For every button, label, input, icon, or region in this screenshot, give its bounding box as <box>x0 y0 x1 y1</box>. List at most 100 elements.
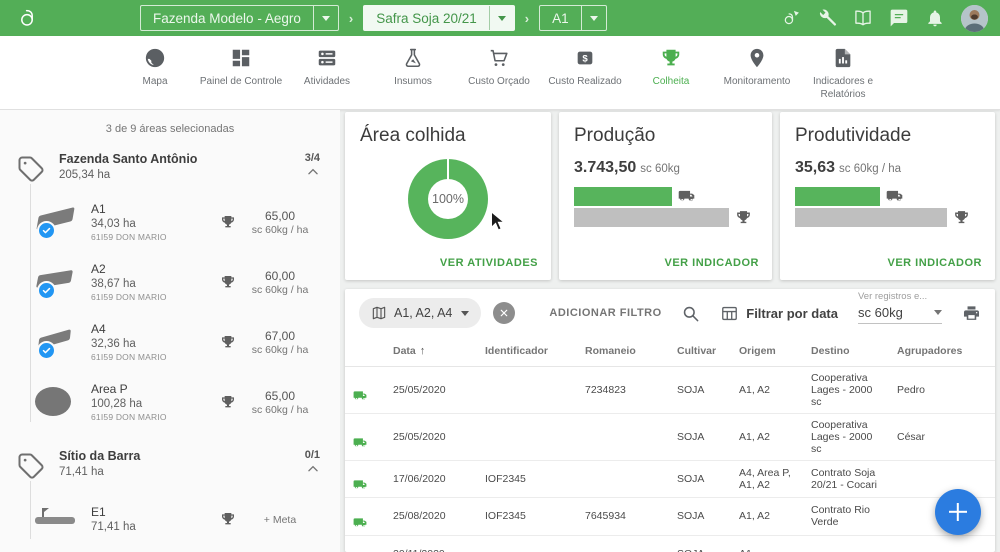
cell-origem: A4, Area P, A1, A2 <box>733 461 805 498</box>
cell-romaneio <box>579 461 671 498</box>
cell-romaneio <box>579 414 671 461</box>
field-item-area-p[interactable]: Area P 100,28 ha61I59 DON MARIO 65,00 sc… <box>0 372 340 432</box>
card-title: Produção <box>574 125 757 147</box>
cell-cultivar: SOJA <box>671 535 733 552</box>
production-value: 3.743,50 <box>574 159 636 176</box>
column-data[interactable]: Data↑ <box>387 337 479 367</box>
field-item-e1[interactable]: E1 71,41 ha + Meta <box>0 489 340 549</box>
see-indicator-link[interactable]: VER INDICADOR <box>664 257 759 269</box>
notifications-bell-icon[interactable] <box>925 8 945 28</box>
column-cultivar[interactable]: Cultivar <box>671 337 733 367</box>
add-filter-button[interactable]: ADICIONAR FILTRO <box>549 307 661 319</box>
cell-identificador: IOF2345 <box>479 461 579 498</box>
add-record-fab[interactable] <box>935 489 981 535</box>
goal-unit: sc 60kg / ha <box>236 224 324 236</box>
nav-item-colheita[interactable]: Colheita <box>628 36 714 109</box>
harvest-row[interactable]: 20/11/2020SOJAA1 <box>345 535 995 552</box>
column-truck <box>345 337 387 367</box>
clear-filter-button[interactable] <box>493 302 515 324</box>
farm-groups: Fazenda Santo Antônio 205,34 ha 3/4 A1 3… <box>0 141 340 552</box>
field-name: E1 <box>91 505 220 519</box>
user-avatar[interactable] <box>961 5 988 32</box>
field-item-a2[interactable]: A2 38,67 ha61I59 DON MARIO 60,00 sc 60kg… <box>0 252 340 312</box>
column-destino[interactable]: Destino <box>805 337 891 367</box>
help-book-icon[interactable] <box>853 8 873 28</box>
harvest-row[interactable]: 25/05/2020SOJAA1, A2Cooperativa Lages - … <box>345 414 995 461</box>
tag-icon <box>16 154 46 184</box>
selected-count: 0/1 <box>305 449 320 461</box>
column-romaneio[interactable]: Romaneio <box>579 337 671 367</box>
production-bars-chart <box>574 186 757 227</box>
filter-by-date-button[interactable]: Filtrar por data <box>720 304 838 323</box>
cell-romaneio: 7645934 <box>579 498 671 535</box>
cell-data: 25/05/2020 <box>387 414 479 461</box>
see-indicator-link[interactable]: VER INDICADOR <box>887 257 982 269</box>
field-goal[interactable]: 60,00 sc 60kg / ha <box>220 269 324 296</box>
area-selector-dropdown[interactable] <box>581 6 606 30</box>
nav-item-atividades[interactable]: Atividades <box>284 36 370 109</box>
nav-item-painel-de-controle[interactable]: Painel de Controle <box>198 36 284 109</box>
chat-icon[interactable] <box>889 8 909 28</box>
area-selector[interactable]: A1 <box>539 5 607 31</box>
column-agrupadores[interactable]: Agrupadores <box>891 337 995 367</box>
nav-item-custo-realizado[interactable]: $Custo Realizado <box>542 36 628 109</box>
goal-text: 67,00 sc 60kg / ha <box>236 329 324 356</box>
season-selector[interactable]: Safra Soja 20/21 <box>363 5 515 31</box>
cell-identificador <box>479 367 579 414</box>
cell-destino: Contrato Rio Verde <box>805 498 891 535</box>
goal-text: 65,00 sc 60kg / ha <box>236 209 324 236</box>
cell-data: 17/06/2020 <box>387 461 479 498</box>
trophy-icon <box>220 394 236 410</box>
collapse-chevron-icon[interactable] <box>306 462 320 476</box>
field-item-a4[interactable]: A4 32,36 ha61I59 DON MARIO 67,00 sc 60kg… <box>0 312 340 372</box>
nav-item-insumos[interactable]: Insumos <box>370 36 456 109</box>
print-icon[interactable] <box>962 304 981 323</box>
nav-item-mapa[interactable]: Mapa <box>112 36 198 109</box>
farm-group-fazenda-santo-antonio: Fazenda Santo Antônio 205,34 ha 3/4 A1 3… <box>0 141 340 438</box>
search-icon[interactable] <box>681 304 700 323</box>
unit-select[interactable]: Ver registros e... sc 60kg <box>858 303 942 324</box>
farm-group-header[interactable]: Sítio da Barra 71,41 ha 0/1 <box>0 438 340 483</box>
farm-group-header[interactable]: Fazenda Santo Antônio 205,34 ha 3/4 <box>0 141 340 186</box>
card-title: Área colhida <box>360 125 536 147</box>
productivity-bars-chart <box>795 186 980 227</box>
sort-asc-icon[interactable]: ↑ <box>420 345 426 357</box>
nav-item-monitoramento[interactable]: Monitoramento <box>714 36 800 109</box>
harvest-row[interactable]: 17/06/2020IOF2345SOJAA4, Area P, A1, A2C… <box>345 461 995 498</box>
field-text: A1 34,03 ha61I59 DON MARIO <box>91 202 220 242</box>
topbar: Fazenda Modelo - Aegro › Safra Soja 20/2… <box>0 0 1000 36</box>
farm-selector[interactable]: Fazenda Modelo - Aegro <box>140 5 339 31</box>
cell-identificador: IOF2345 <box>479 498 579 535</box>
field-goal[interactable]: 65,00 sc 60kg / ha <box>220 389 324 416</box>
goal-text: 60,00 sc 60kg / ha <box>236 269 324 296</box>
date-grid-icon <box>720 304 739 323</box>
truck-icon <box>351 516 381 530</box>
field-name: A1 <box>91 202 220 216</box>
season-selector-dropdown[interactable] <box>489 6 514 30</box>
column-identificador[interactable]: Identificador <box>479 337 579 367</box>
field-goal[interactable]: 65,00 sc 60kg / ha <box>220 209 324 236</box>
cell-romaneio <box>579 535 671 552</box>
field-item-a1[interactable]: A1 34,03 ha61I59 DON MARIO 65,00 sc 60kg… <box>0 192 340 252</box>
column-origem[interactable]: Origem <box>733 337 805 367</box>
harvest-row[interactable]: 25/08/2020IOF23457645934SOJAA1, A2Contra… <box>345 498 995 535</box>
field-goal[interactable]: 67,00 sc 60kg / ha <box>220 329 324 356</box>
filter-bar-right: Filtrar por data Ver registros e... sc 6… <box>681 303 981 324</box>
field-goal[interactable]: + Meta <box>220 511 324 527</box>
nav-item-indicadores-e-relatorios[interactable]: Indicadores e Relatórios <box>800 36 886 109</box>
goal-value: 65,00 <box>236 209 324 223</box>
filter-bar: A1, A2, A4 ADICIONAR FILTRO Filtrar por … <box>345 289 995 333</box>
assistant-icon[interactable] <box>781 8 801 28</box>
season-selector-value: Safra Soja 20/21 <box>364 11 489 26</box>
farm-selector-dropdown[interactable] <box>313 6 338 30</box>
areas-filter-chip[interactable]: A1, A2, A4 <box>359 298 481 328</box>
harvest-row[interactable]: 25/05/20207234823SOJAA1, A2Cooperativa L… <box>345 367 995 414</box>
collapse-chevron-icon[interactable] <box>306 165 320 179</box>
nav-item-custo-orcado[interactable]: Custo Orçado <box>456 36 542 109</box>
goal-value: 67,00 <box>236 329 324 343</box>
see-activities-link[interactable]: VER ATIVIDADES <box>440 257 538 269</box>
field-list: E1 71,41 ha + Meta <box>0 483 340 552</box>
selected-check-icon <box>37 341 56 360</box>
tools-icon[interactable] <box>817 8 837 28</box>
field-shape-wrap <box>34 382 78 422</box>
